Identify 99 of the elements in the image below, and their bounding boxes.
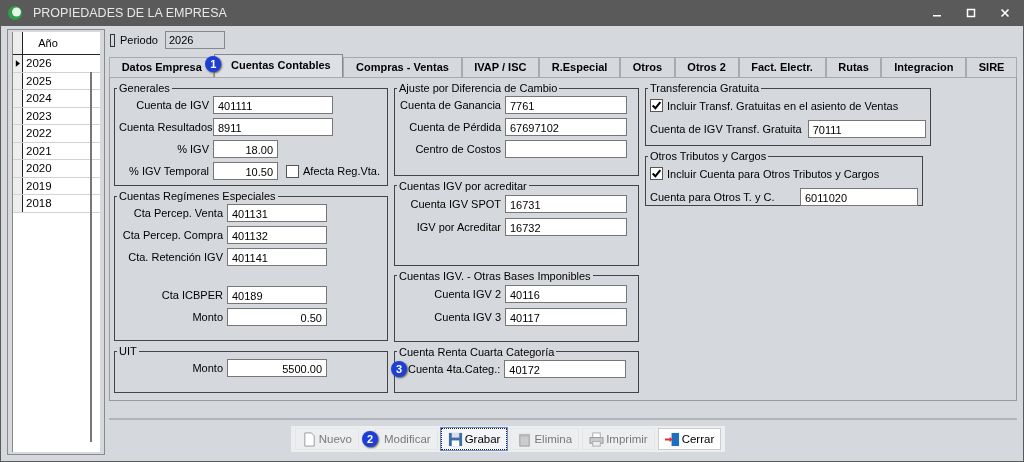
field-label: Cta. Retención IGV <box>127 251 224 263</box>
group-title: Cuenta Renta Cuarta Categoría <box>398 345 556 358</box>
period-field[interactable]: 2026 <box>164 31 225 49</box>
period-label: Periodo <box>120 34 158 46</box>
row-header-cell[interactable] <box>13 90 23 107</box>
input-field[interactable] <box>505 140 627 158</box>
field-label: Cuenta 4ta.Categ.: <box>408 362 502 375</box>
year-cell[interactable]: 2019 <box>23 177 74 194</box>
input-field[interactable]: 401132 <box>227 226 327 244</box>
field-label: Cuenta IGV 2 <box>433 287 502 300</box>
field-label: Centro de Costos <box>414 143 502 155</box>
input-field[interactable]: 18.00 <box>213 140 278 158</box>
tab[interactable]: SIRE <box>966 57 1018 77</box>
field-label: Monto <box>191 362 224 375</box>
field-label: Cuenta Resultados <box>119 121 213 133</box>
input-field[interactable]: 67697102 <box>505 118 627 136</box>
close-icon[interactable] <box>999 7 1011 19</box>
input-field[interactable]: 40189 <box>227 286 327 304</box>
app-logo-icon <box>7 5 23 21</box>
field-label: % IGV <box>176 143 210 155</box>
tab[interactable]: Compras - Ventas <box>343 57 462 77</box>
input-field[interactable]: 40172 <box>504 359 627 378</box>
input-field[interactable]: 16732 <box>505 217 627 236</box>
field-label: Cta Percep. Venta <box>132 207 224 219</box>
input-field[interactable]: 5500.00 <box>227 359 327 378</box>
input-field[interactable]: 8911 <box>213 118 333 136</box>
input-field[interactable]: 40116 <box>505 284 627 303</box>
field-label: Cta ICBPER <box>160 289 224 301</box>
input-field[interactable]: 401131 <box>227 204 327 222</box>
input-field[interactable]: 0.50 <box>227 308 327 326</box>
row-header-cell[interactable] <box>13 125 23 142</box>
group-title: Generales <box>118 82 171 94</box>
row-header-cell[interactable] <box>13 160 23 177</box>
input-field[interactable]: 70111 <box>807 119 926 138</box>
group-title: Ajuste por Diferencia de Cambio <box>398 82 559 94</box>
year-cell[interactable]: 2020 <box>23 160 74 177</box>
maximize-icon[interactable] <box>965 7 977 19</box>
tab[interactable]: IVAP / ISC <box>461 57 540 77</box>
input-field[interactable]: 40117 <box>505 307 627 326</box>
tab[interactable]: Integracion <box>881 57 967 77</box>
input-field[interactable]: 10.50 <box>213 162 278 180</box>
window-title: PROPIEDADES DE LA EMPRESA <box>33 6 227 20</box>
period-marker-icon <box>110 33 115 47</box>
year-cell[interactable]: 2024 <box>23 90 74 107</box>
tab[interactable]: Fact. Electr. <box>738 57 826 77</box>
tab[interactable]: Otros 2 <box>674 57 739 77</box>
input-field[interactable]: 16731 <box>505 194 627 213</box>
year-cell[interactable]: 2018 <box>23 195 74 212</box>
row-header-cell[interactable] <box>13 177 23 194</box>
group-title: Cuentas IGV por acreditar <box>398 179 528 192</box>
field-label: IGV por Acreditar <box>415 220 502 233</box>
printer-icon <box>589 431 605 447</box>
row-header-cell[interactable] <box>13 107 23 124</box>
column-header: Año <box>37 36 59 51</box>
checkbox[interactable] <box>650 167 663 180</box>
field-label: Cuenta de IGV <box>135 99 210 111</box>
input-field[interactable]: 7761 <box>505 96 627 114</box>
group-title: Otros Tributos y Cargos <box>649 150 768 162</box>
field-label: Cuenta IGV 3 <box>433 310 502 323</box>
input-field[interactable]: 401141 <box>227 248 327 266</box>
field-label: Cuenta de IGV Transf. Gratuita <box>650 122 803 135</box>
number-badge: 3 <box>391 360 407 377</box>
year-cell[interactable]: 2025 <box>23 72 74 89</box>
trash-icon <box>517 431 533 447</box>
group-title: Cuentas Regímenes Especiales <box>118 190 277 202</box>
field-label: Cuenta IGV SPOT <box>409 197 502 210</box>
field-label: Cuenta de Pérdida <box>408 121 502 133</box>
field-label: Monto <box>191 311 224 323</box>
checkbox[interactable] <box>650 99 663 112</box>
checkbox-label: Afecta Reg.Vta. <box>303 165 381 177</box>
row-header-cell[interactable] <box>13 72 23 89</box>
checkbox[interactable] <box>286 164 299 178</box>
year-cell[interactable]: 2023 <box>23 107 74 124</box>
year-cell[interactable]: 2021 <box>23 142 74 159</box>
exit-door-icon <box>664 431 680 447</box>
tab[interactable]: R.Especial <box>539 57 621 77</box>
field-label: % IGV Temporal <box>128 165 210 177</box>
row-header-cell[interactable] <box>13 195 23 212</box>
tab[interactable]: Rutas <box>825 57 882 77</box>
checkbox-label: Incluir Transf. Gratuitas en el asiento de Ventas <box>667 99 899 112</box>
number-badge: 2 <box>361 431 378 447</box>
toolbar-button[interactable]: Cerrar <box>657 428 722 450</box>
group-title: UIT <box>118 345 138 358</box>
field-label: Cuenta de Ganancia <box>399 99 502 111</box>
page-icon <box>301 431 317 447</box>
field-label: Cuenta para Otros T. y C. <box>650 190 776 203</box>
tab[interactable]: Otros <box>620 57 675 77</box>
input-field[interactable]: 6011020 <box>800 187 918 206</box>
group-title: Cuentas IGV. - Otras Bases Imponibles <box>398 269 592 282</box>
save-icon <box>447 431 463 447</box>
row-header-cell[interactable] <box>13 55 23 72</box>
toolbar-button[interactable]: Grabar <box>440 428 508 450</box>
row-header-cell[interactable] <box>13 142 23 159</box>
input-field[interactable]: 401111 <box>213 96 333 114</box>
checkbox-label: Incluir Cuenta para Otros Tributos y Cargos <box>667 167 880 180</box>
group-title: Transferencia Gratuita <box>649 82 761 94</box>
field-label: Cta Percep. Compra <box>121 229 224 241</box>
year-cell[interactable]: 2022 <box>23 125 74 142</box>
number-badge: 1 <box>205 56 222 72</box>
